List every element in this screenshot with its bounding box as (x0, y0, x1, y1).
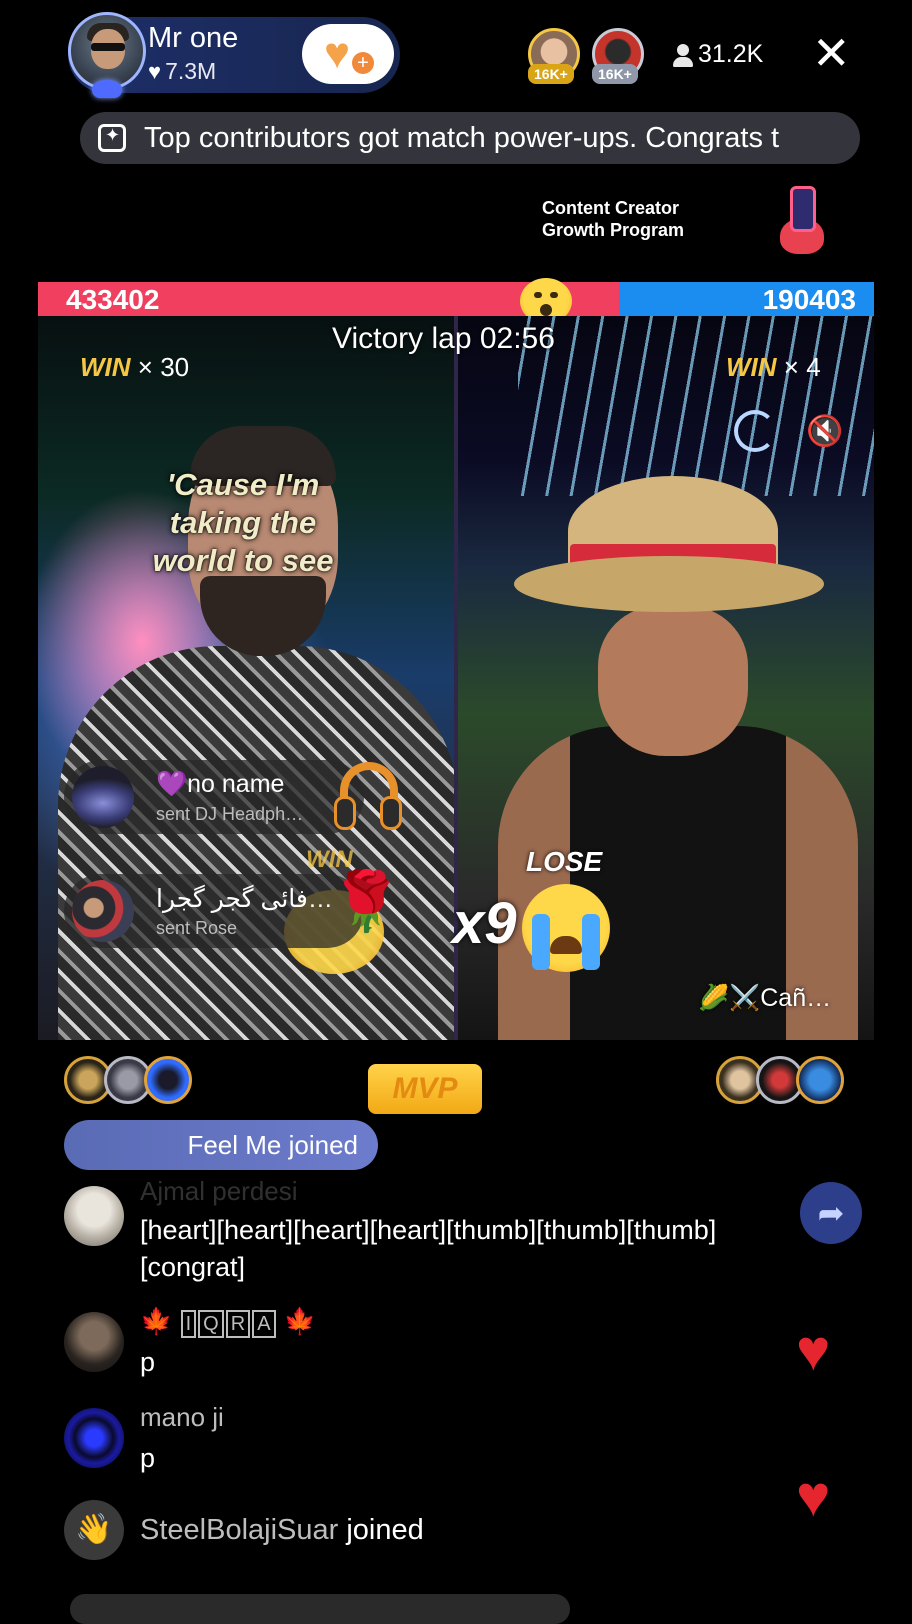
right-score-fill: 190403 (619, 282, 874, 316)
creator-program-line2: Growth Program (542, 220, 685, 240)
like-heart-icon[interactable]: ♥ (796, 1322, 830, 1380)
join-text: joined (346, 1514, 424, 1546)
username-letter: Q (198, 1310, 224, 1338)
comment-input[interactable] (70, 1594, 570, 1624)
lose-multiplier: x9 (452, 891, 517, 956)
joined-notice: Feel Me joined (64, 1120, 378, 1170)
announcement-ticker[interactable]: Top contributors got match power-ups. Co… (80, 112, 860, 164)
ticker-text: Top contributors got match power-ups. Co… (144, 122, 780, 154)
viewer-icon (670, 42, 696, 70)
left-win-streak: WIN × 30 (80, 352, 189, 383)
lyric-line-2: taking the (169, 505, 317, 540)
host-likes: ♥ 7.3M (148, 58, 216, 85)
viewer-count[interactable]: 31.2K (698, 40, 763, 69)
headphones-gift-icon (334, 762, 404, 834)
gift-description: sent Rose (156, 918, 238, 938)
gift-notification[interactable]: فائی گجر گجرا… sent Rose (64, 874, 364, 948)
victory-lap-timer: Victory lap 02:56 (332, 322, 555, 355)
left-score: 433402 (66, 284, 160, 315)
top-viewer-badge-2: 16K+ (592, 64, 638, 84)
lyric-line-3: world to see (152, 543, 334, 578)
crying-emoji-icon (522, 884, 610, 972)
chat-username[interactable]: Ajmal perdesi (140, 1176, 298, 1207)
gift-description: sent DJ Headph… (156, 804, 304, 824)
creator-program-label[interactable]: Content Creator Growth Program (542, 197, 684, 241)
opponent-supporter-avatar[interactable] (796, 1056, 844, 1104)
gift-notification[interactable]: 💜no name sent DJ Headph… (64, 760, 364, 834)
username-letter: I (180, 1310, 197, 1338)
host-name: Mr one (148, 22, 239, 54)
rose-gift-icon: 🌹 (330, 869, 403, 934)
battle-score-bar: 433402 190403 (38, 282, 874, 316)
host-avatar[interactable] (68, 12, 146, 90)
opponent-name[interactable]: 🌽⚔️Cañ… (698, 984, 831, 1013)
loading-ring-icon (734, 410, 776, 452)
chat-username[interactable]: 🍁 IQRA 🍁 (140, 1306, 316, 1338)
chat-avatar[interactable] (64, 1312, 124, 1372)
heart-icon: ♥ (324, 29, 351, 78)
gift-sender-avatar (72, 766, 134, 828)
top-viewer-badge-1: 16K+ (528, 64, 574, 84)
host-likes-count: 7.3M (165, 58, 217, 84)
lyric-overlay: 'Cause I'm taking the world to see (78, 466, 408, 580)
phone-hand-icon[interactable] (776, 182, 828, 258)
gift-sender-name: فائی گجر گجرا… (156, 885, 333, 913)
join-notice: SteelBolajiSuar joined (140, 1514, 424, 1547)
plus-icon: + (352, 52, 374, 74)
maple-leaf-icon: 🍁 (140, 1306, 173, 1336)
close-button[interactable]: ✕ (812, 30, 851, 76)
username-letter: A (252, 1310, 276, 1338)
like-heart-icon[interactable]: ♥ (796, 1468, 830, 1526)
heart-icon: ♥ (148, 59, 162, 84)
chat-message: p (140, 1347, 156, 1377)
host-badge-icon (92, 80, 122, 98)
right-win-word: WIN (726, 352, 777, 382)
chat-avatar[interactable] (64, 1186, 124, 1246)
chat-avatar[interactable] (64, 1408, 124, 1468)
chat-message: p (140, 1443, 156, 1473)
right-win-multiplier: × 4 (783, 352, 821, 382)
creator-program-line1: Content Creator (542, 198, 680, 218)
left-win-word: WIN (80, 352, 131, 382)
lyric-line-1: 'Cause I'm (166, 467, 320, 502)
maple-leaf-icon: 🍁 (283, 1306, 317, 1336)
host-supporter-avatar[interactable] (144, 1056, 192, 1104)
waving-hand-icon: 👋 (64, 1500, 124, 1560)
gift-sender-name: 💜no name (156, 770, 285, 798)
gift-sender-avatar (72, 880, 134, 942)
left-win-multiplier: × 30 (137, 352, 190, 382)
sparkle-card-icon (98, 124, 126, 152)
username-letter: R (225, 1310, 251, 1338)
join-username[interactable]: SteelBolajiSuar (140, 1514, 338, 1546)
right-score: 190403 (762, 284, 856, 315)
lose-label: LOSE (526, 846, 603, 877)
share-arrow-icon: ➦ (817, 1195, 845, 1231)
share-button[interactable]: ➦ (800, 1182, 862, 1244)
right-win-streak: WIN × 4 (726, 352, 821, 383)
chat-username[interactable]: mano ji (140, 1402, 224, 1433)
muted-speaker-icon[interactable]: 🔇 (806, 414, 843, 449)
joined-notice-text: Feel Me joined (187, 1130, 358, 1160)
follow-button[interactable]: ♥ + (302, 24, 394, 84)
mvp-badge[interactable]: MVP (368, 1064, 482, 1114)
chat-message: [heart][heart][heart][heart][thumb][thum… (140, 1215, 717, 1282)
